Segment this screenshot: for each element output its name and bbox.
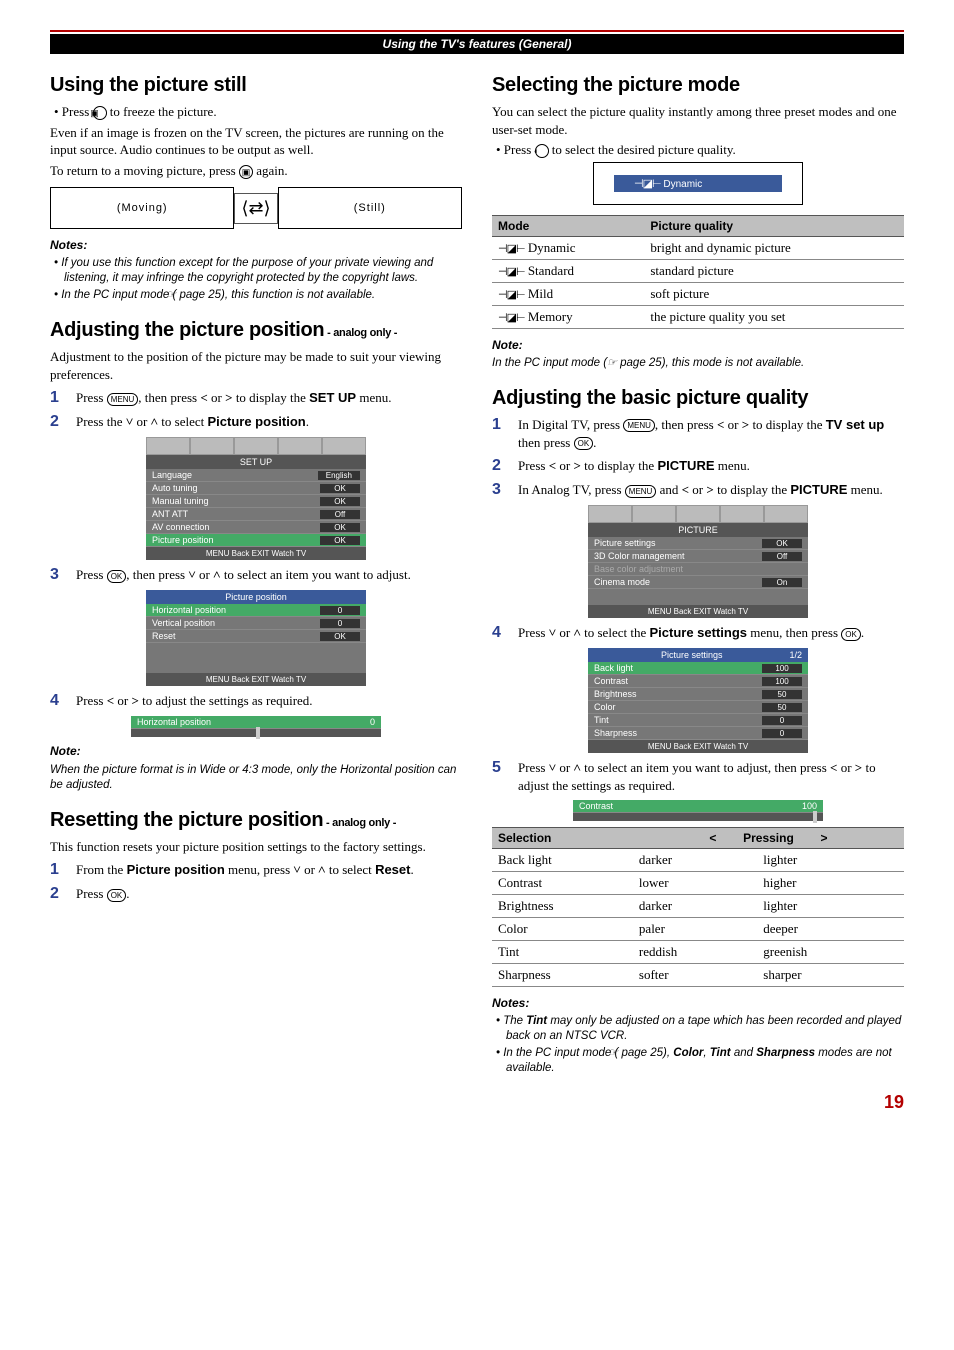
reset-intro: This function resets your picture positi… — [50, 838, 462, 856]
table-row: Tintreddishgreenish — [492, 941, 904, 964]
picture-mode-icon: ◐ — [535, 144, 549, 158]
osd-picture-panel: PICTURE Picture settingsOK 3D Color mana… — [588, 505, 808, 618]
still-icon: ▣ — [93, 106, 107, 120]
table-row: Colorpalerdeeper — [492, 918, 904, 941]
diagram-still-box: (Still) — [278, 187, 462, 229]
adjust-step-3: 3 Press OK, then press ˅ or ˄ to select … — [50, 566, 462, 584]
still-diagram: (Moving) ⟨⇄⟩ (Still) — [50, 187, 462, 229]
ok-button-icon: OK — [841, 628, 861, 641]
adjust-step-1: 1 Press MENU, then press < or > to displ… — [50, 389, 462, 407]
menu-button-icon: MENU — [107, 393, 139, 406]
still-icon-2: ▣ — [239, 165, 253, 179]
table-row: ⊣◪⊢ Standardstandard picture — [492, 259, 904, 282]
step-number: 4 — [492, 624, 508, 642]
quality-note-2: • In the PC input mode (☞ page 25), Colo… — [492, 1046, 904, 1076]
left-column: Using the picture still • Press ▣ to fre… — [50, 74, 462, 1078]
still-note-2: • In the PC input mode (☞ page 25), this… — [50, 288, 462, 303]
ok-button-icon: OK — [107, 889, 127, 902]
osd-contrast-strip: Contrast100 — [573, 800, 823, 821]
select-note-head: Note: — [492, 337, 904, 353]
reset-step-2: 2 Press OK. — [50, 885, 462, 903]
step-number: 5 — [492, 759, 508, 777]
adjust-note-head: Note: — [50, 743, 462, 759]
still-note-1: • If you use this function except for th… — [50, 256, 462, 286]
ok-button-icon: OK — [574, 437, 594, 450]
osd-picture-settings-panel: Picture settings1/2 Back light100 Contra… — [588, 648, 808, 753]
step-number: 1 — [492, 416, 508, 434]
quality-step-2: 2 Press < or > to display the PICTURE me… — [492, 457, 904, 475]
still-p2: To return to a moving picture, press ▣ a… — [50, 162, 462, 180]
heading-reset-position: Resetting the picture position - analog … — [50, 809, 462, 832]
adjust-note: When the picture format is in Wide or 4:… — [50, 763, 462, 793]
step-number: 1 — [50, 389, 66, 407]
table-row: ⊣◪⊢ Memorythe picture quality you set — [492, 305, 904, 328]
step-number: 1 — [50, 861, 66, 879]
adjust-intro: Adjustment to the position of the pictur… — [50, 348, 462, 383]
still-p1: Even if an image is frozen on the TV scr… — [50, 124, 462, 159]
reset-step-1: 1 From the Picture position menu, press … — [50, 861, 462, 879]
table-row: Sharpnesssoftersharper — [492, 964, 904, 987]
adjust-step-2: 2 Press the ˅ or ˄ to select Picture pos… — [50, 413, 462, 431]
top-red-rule — [50, 30, 904, 32]
table-row: ⊣◪⊢ Mildsoft picture — [492, 282, 904, 305]
step-number: 3 — [492, 481, 508, 499]
select-intro: You can select the picture quality insta… — [492, 103, 904, 138]
heading-select-mode: Selecting the picture mode — [492, 74, 904, 97]
section-header: Using the TV's features (General) — [50, 34, 904, 54]
quality-step-4: 4 Press ˅ or ˄ to select the Picture set… — [492, 624, 904, 642]
heading-adjust-quality: Adjusting the basic picture quality — [492, 387, 904, 410]
osd-setup-panel: SET UP LanguageEnglish Auto tuningOK Man… — [146, 437, 366, 560]
quality-notes-head: Notes: — [492, 995, 904, 1011]
quality-note-1: • The Tint may only be adjusted on a tap… — [492, 1014, 904, 1044]
heading-picture-still: Using the picture still — [50, 74, 462, 97]
osd-hpos-strip: Horizontal position0 — [131, 716, 381, 737]
osd-title: SET UP — [146, 455, 366, 469]
diagram-moving-box: (Moving) — [50, 187, 234, 229]
table-row: ⊣◪⊢ Dynamicbright and dynamic picture — [492, 236, 904, 259]
mode-indicator-diagram: ⊣◪⊢ Dynamic — [593, 162, 803, 205]
diagram-swap-arrows-icon: ⟨⇄⟩ — [234, 193, 277, 224]
table-row: Back lightdarkerlighter — [492, 849, 904, 872]
select-press-line: • Press ◐ to select the desired picture … — [492, 141, 904, 159]
step-number: 2 — [50, 885, 66, 903]
select-note: In the PC input mode (☞ page 25), this m… — [492, 356, 904, 371]
still-press-line: • Press ▣ to freeze the picture. — [50, 103, 462, 121]
adjust-step-4: 4 Press < or > to adjust the settings as… — [50, 692, 462, 710]
still-notes-head: Notes: — [50, 237, 462, 253]
heading-adjust-position: Adjusting the picture position - analog … — [50, 319, 462, 342]
menu-button-icon: MENU — [623, 419, 655, 432]
mode-table: ModePicture quality ⊣◪⊢ Dynamicbright an… — [492, 215, 904, 329]
menu-button-icon: MENU — [625, 485, 657, 498]
pointer-icon: ☞ — [607, 356, 617, 370]
page-number: 19 — [50, 1092, 904, 1113]
ok-button-icon: OK — [107, 570, 127, 583]
quality-step-5: 5 Press ˅ or ˄ to select an item you wan… — [492, 759, 904, 794]
osd-position-panel: Picture position Horizontal position0 Ve… — [146, 590, 366, 686]
quality-step-1: 1 In Digital TV, press MENU, then press … — [492, 416, 904, 451]
step-number: 3 — [50, 566, 66, 584]
step-number: 4 — [50, 692, 66, 710]
quality-step-3: 3 In Analog TV, press MENU and < or > to… — [492, 481, 904, 499]
step-number: 2 — [50, 413, 66, 431]
table-row: Contrastlowerhigher — [492, 872, 904, 895]
step-number: 2 — [492, 457, 508, 475]
table-row: Brightnessdarkerlighter — [492, 895, 904, 918]
selection-table: Selection < Pressing > Back lightdarkerl… — [492, 827, 904, 987]
right-column: Selecting the picture mode You can selec… — [492, 74, 904, 1078]
